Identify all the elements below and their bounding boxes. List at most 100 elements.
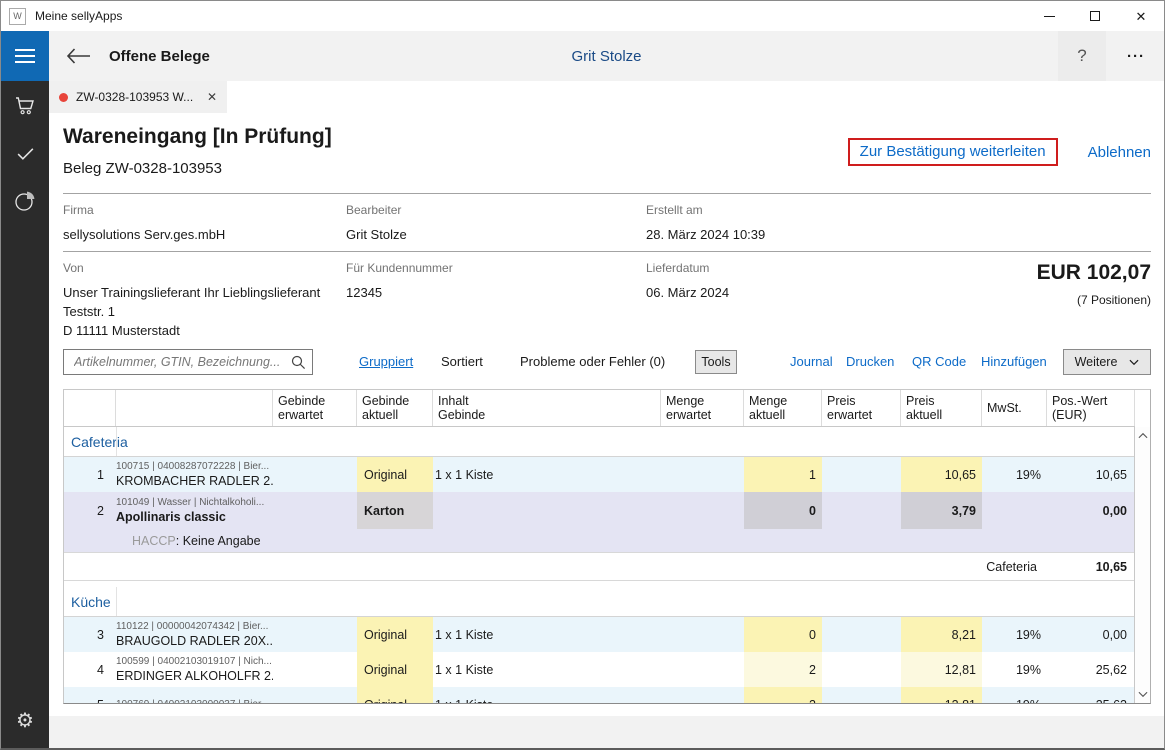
cell-menge-erwartet	[661, 652, 744, 687]
article-name: ERDINGER ALKOHOLFR 2...	[116, 669, 273, 684]
column-header: Preis erwartet	[822, 390, 901, 426]
column-header	[116, 390, 273, 426]
total-amount: EUR 102,07	[1037, 261, 1151, 285]
haccp-note: HACCP: Keine Angabe	[64, 529, 1135, 552]
cell-gebinde-erwartet	[273, 687, 357, 703]
row-number: 1	[64, 457, 116, 492]
print-link[interactable]: Drucken	[846, 349, 894, 375]
reject-link[interactable]: Ablehnen	[1088, 144, 1151, 161]
tab-bar: ZW-0328-103953 W... ✕	[49, 81, 1164, 113]
title-bar: W Meine sellyApps ✕	[1, 1, 1164, 31]
pie-chart-icon	[13, 189, 37, 213]
journal-link[interactable]: Journal	[790, 349, 833, 375]
table-header-row: Gebinde erwartetGebinde aktuellInhalt Ge…	[64, 390, 1135, 427]
cell-menge-erwartet	[661, 457, 744, 492]
document-actions: Zur Bestätigung weiterleiten Ablehnen	[848, 138, 1151, 166]
cell-preis-aktuell-wrap: 12,81	[901, 687, 982, 703]
sidebar-item-cart[interactable]	[1, 81, 49, 129]
cell-preis-aktuell[interactable]: 8,21	[901, 617, 982, 652]
cell-preis-aktuell[interactable]: 12,81	[901, 652, 982, 687]
tab-document[interactable]: ZW-0328-103953 W... ✕	[49, 81, 227, 113]
forward-for-confirmation-link[interactable]: Zur Bestätigung weiterleiten	[860, 143, 1046, 160]
close-button[interactable]: ✕	[1118, 1, 1164, 31]
cell-gebinde-aktuell[interactable]: Original	[357, 687, 433, 703]
cell-gebinde-aktuell[interactable]: Karton	[357, 492, 433, 529]
article-cell: 101049 | Wasser | Nichtalkoholi...Apolli…	[116, 492, 273, 529]
search-field[interactable]	[63, 349, 313, 375]
cell-menge-erwartet	[661, 492, 744, 529]
group-header: Cafeteria	[64, 427, 1135, 457]
highlight-box: Zur Bestätigung weiterleiten	[848, 138, 1058, 166]
scroll-up-icon	[1138, 432, 1148, 439]
cell-gebinde-aktuell-wrap: Karton	[357, 492, 433, 529]
cell-menge-aktuell[interactable]: 0	[744, 617, 822, 652]
hamburger-menu-button[interactable]	[1, 31, 49, 81]
table-row[interactable]: 2101049 | Wasser | Nichtalkoholi...Apoll…	[64, 492, 1135, 529]
field-label: Für Kundennummer	[346, 261, 646, 275]
column-header: Menge erwartet	[661, 390, 744, 426]
row-number: 4	[64, 652, 116, 687]
cell-menge-aktuell[interactable]: 2	[744, 652, 822, 687]
cell-preis-aktuell[interactable]: 3,79	[901, 492, 982, 529]
document-number: Beleg ZW-0328-103953	[63, 160, 222, 177]
field-lieferdatum: Lieferdatum 06. März 2024	[646, 261, 966, 340]
tab-close-icon[interactable]: ✕	[207, 90, 217, 104]
cell-menge-aktuell[interactable]: 2	[744, 687, 822, 703]
cell-mwst: 19%	[982, 617, 1047, 652]
sidebar-item-tasks[interactable]	[1, 129, 49, 177]
cell-mwst: 19%	[982, 652, 1047, 687]
cell-gebinde-erwartet	[273, 652, 357, 687]
total-positions: (7 Positionen)	[1037, 293, 1151, 307]
cell-gebinde-aktuell[interactable]: Original	[357, 617, 433, 652]
scroll-up-button[interactable]	[1138, 427, 1148, 444]
sidebar-item-reports[interactable]	[1, 177, 49, 225]
cell-inhalt-gebinde: 1 x 1 Kiste	[433, 617, 661, 652]
maximize-icon	[1090, 11, 1100, 21]
article-cell: 110122 | 00000042074342 | Bier...BRAUGOL…	[116, 617, 273, 652]
qr-code-link[interactable]: QR Code	[912, 349, 966, 375]
table-row[interactable]: 1100715 | 04008287072228 | Bier...KROMBA…	[64, 457, 1135, 492]
table-body: Cafeteria1100715 | 04008287072228 | Bier…	[64, 427, 1135, 703]
back-button[interactable]	[65, 47, 91, 65]
add-link[interactable]: Hinzufügen	[981, 349, 1047, 375]
ellipsis-button[interactable]: ···	[1114, 31, 1158, 81]
cell-preis-erwartet	[822, 652, 901, 687]
table-scrollbar[interactable]	[1134, 427, 1150, 703]
article-code: 110122 | 00000042074342 | Bier...	[116, 621, 268, 633]
cell-inhalt-gebinde: 1 x 1 Kiste	[433, 687, 661, 703]
field-value: sellysolutions Serv.ges.mbH	[63, 225, 346, 244]
cell-gebinde-aktuell[interactable]: Original	[357, 457, 433, 492]
column-header: Pos.-Wert (EUR)	[1047, 390, 1135, 426]
cell-menge-aktuell-wrap: 2	[744, 652, 822, 687]
cell-preis-aktuell[interactable]: 10,65	[901, 457, 982, 492]
cell-menge-aktuell[interactable]: 1	[744, 457, 822, 492]
article-code: 100599 | 04002103019107 | Nich...	[116, 656, 272, 668]
cell-gebinde-aktuell[interactable]: Original	[357, 652, 433, 687]
document-page: Wareneingang [In Prüfung] Beleg ZW-0328-…	[49, 113, 1164, 748]
minimize-button[interactable]	[1026, 1, 1072, 31]
table-row[interactable]: 3110122 | 00000042074342 | Bier...BRAUGO…	[64, 617, 1135, 652]
maximize-button[interactable]	[1072, 1, 1118, 31]
scroll-down-button[interactable]	[1138, 686, 1148, 703]
cell-menge-aktuell[interactable]: 0	[744, 492, 822, 529]
more-dropdown-button[interactable]: Weitere	[1063, 349, 1151, 375]
problems-errors-link[interactable]: Probleme oder Fehler (0)	[520, 349, 665, 375]
tools-button[interactable]: Tools	[695, 350, 737, 374]
table-row[interactable]: 4100599 | 04002103019107 | Nich...ERDING…	[64, 652, 1135, 687]
search-input[interactable]	[72, 354, 291, 370]
back-arrow-icon	[65, 47, 91, 65]
cell-gebinde-aktuell-wrap: Original	[357, 617, 433, 652]
cell-pos-wert: 25,62	[1047, 687, 1135, 703]
table-row[interactable]: 5100769 | 04002103000037 | Bier...Origin…	[64, 687, 1135, 703]
field-value: Unser Trainingslieferant Ihr Lieblingsli…	[63, 283, 346, 340]
cell-menge-aktuell-wrap: 0	[744, 492, 822, 529]
help-button[interactable]: ?	[1058, 31, 1106, 81]
filter-grouped-link[interactable]: Gruppiert	[359, 349, 413, 375]
scroll-down-icon	[1138, 691, 1148, 698]
cell-preis-aktuell[interactable]: 12,81	[901, 687, 982, 703]
page-title: Offene Belege	[109, 48, 210, 65]
sidebar-item-settings[interactable]: ⚙	[1, 700, 49, 748]
filter-sorted-link[interactable]: Sortiert	[441, 349, 483, 375]
column-header: Preis aktuell	[901, 390, 982, 426]
fields-row-2: Von Unser Trainingslieferant Ihr Lieblin…	[63, 261, 966, 340]
